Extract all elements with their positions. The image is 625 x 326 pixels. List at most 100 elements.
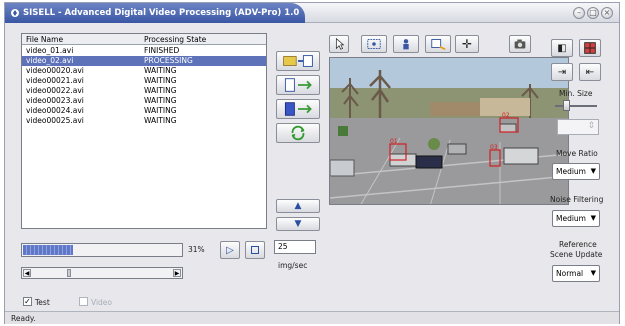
move-icon: ✛ [461,37,473,51]
table-row[interactable]: video00022.avi WAITING [22,86,266,96]
file-name-cell: video00022.avi [26,86,84,95]
select-region-tool[interactable] [361,35,387,53]
file-list[interactable]: File Name Processing State video_01.avi F… [21,33,267,229]
file-name-cell: video00024.avi [26,106,84,115]
grid-icon [584,42,596,54]
video-label: Video [91,298,113,307]
processing-state-cell: FINISHED [144,46,180,55]
maximize-button[interactable]: □ [587,7,599,19]
scene-update-label: Scene Update [550,250,603,259]
progress-fill [23,245,73,255]
app-logo-icon [11,9,19,17]
close-button[interactable]: × [601,7,613,19]
fps-input[interactable]: 25 [274,240,316,254]
stop-icon [246,242,264,258]
progress-label: 31% [188,245,205,254]
step-back-icon: ⇤ [585,66,595,78]
table-row[interactable]: video00024.avi WAITING [22,106,266,116]
video-checkbox[interactable] [79,297,88,306]
test-checkbox[interactable]: ✓ [23,297,32,306]
chevron-down-icon: ▼ [590,167,596,175]
processing-state-cell: WAITING [144,86,177,95]
prev-icon: ◧ [557,42,567,54]
test-label: Test [35,298,50,307]
pointer-tool[interactable] [329,35,349,53]
file-name-cell: video_01.avi [26,46,74,55]
processing-state-cell: WAITING [144,76,177,85]
chevron-up-icon: ▲ [294,201,302,211]
move-up-button[interactable]: ▲ [276,199,320,213]
refresh-button[interactable] [276,123,320,143]
table-row[interactable]: video_02.avi PROCESSING [22,56,266,66]
load-files-icon [283,55,313,67]
stop-button[interactable] [245,241,265,259]
status-bar: Ready. [5,311,619,324]
select-region-icon [367,39,381,49]
chevron-down-icon: ▼ [294,219,302,229]
add-file-button[interactable] [276,75,320,95]
load-files-button[interactable] [276,51,320,71]
table-row[interactable]: video00025.avi WAITING [22,116,266,126]
minimize-button[interactable]: – [573,7,585,19]
zoom-region-tool[interactable] [425,35,451,53]
play-icon: ▷ [226,244,234,256]
seek-scrollbar[interactable]: ◀ ▶ [21,267,183,279]
min-size-value: ⇕ [557,119,599,135]
processing-state-cell: WAITING [144,66,177,75]
grid-button[interactable] [579,39,601,57]
video-view[interactable]: 01 02 03 [329,57,569,205]
chevron-down-icon: ▼ [590,269,596,277]
detection-box-label: 01 [390,138,398,145]
app-window: SISELL - Advanced Digital Video Processi… [4,2,620,324]
scroll-left-icon[interactable]: ◀ [23,269,31,277]
processing-state-cell: WAITING [144,96,177,105]
reference-scene-update-select[interactable]: Normal ▼ [552,265,600,282]
progress-bar [21,243,183,257]
step-forward-button[interactable]: ⇥ [551,63,573,81]
min-size-slider[interactable] [555,105,597,107]
noise-filtering-label: Noise Filtering [550,195,604,204]
play-button[interactable]: ▷ [220,241,240,259]
processing-state-cell: WAITING [144,116,177,125]
processing-state-cell: WAITING [144,106,177,115]
table-row[interactable]: video00021.avi WAITING [22,76,266,86]
column-file-name[interactable]: File Name [26,35,63,44]
title-tab: SISELL - Advanced Digital Video Processi… [5,3,305,23]
process-file-icon [284,102,312,116]
move-down-button[interactable]: ▼ [276,217,320,231]
noise-filtering-value: Medium [556,214,586,223]
scroll-right-icon[interactable]: ▶ [173,269,181,277]
file-name-cell: video00021.avi [26,76,84,85]
zoom-region-icon [431,39,446,51]
reference-label: Reference [559,240,597,249]
column-processing-state[interactable]: Processing State [144,35,206,44]
refresh-icon [291,125,305,141]
processing-state-cell: PROCESSING [144,56,193,65]
step-back-button[interactable]: ⇤ [579,63,601,81]
min-size-slider-handle[interactable] [563,100,570,111]
table-row[interactable]: video00023.avi WAITING [22,96,266,106]
reference-scene-update-value: Normal [556,269,584,278]
move-tool[interactable]: ✛ [455,35,479,53]
person-region-icon [403,39,409,50]
file-name-cell: video00023.avi [26,96,84,105]
move-ratio-label: Move Ratio [556,149,598,158]
move-ratio-select[interactable]: Medium ▼ [552,163,600,180]
add-file-icon [284,78,312,92]
process-file-button[interactable] [276,99,320,119]
seek-thumb[interactable] [67,269,71,277]
chevron-down-icon: ▼ [590,214,596,222]
file-list-header: File Name Processing State [22,34,266,45]
file-name-cell: video00020.avi [26,66,84,75]
window-title: SISELL - Advanced Digital Video Processi… [23,8,300,18]
parking-lot-video-frame: 01 02 03 [330,58,568,204]
title-bar[interactable]: SISELL - Advanced Digital Video Processi… [5,3,619,23]
detection-box-label: 03 [490,144,498,151]
table-row[interactable]: video_01.avi FINISHED [22,46,266,56]
prev-frame-button[interactable]: ◧ [551,39,573,57]
table-row[interactable]: video00020.avi WAITING [22,66,266,76]
noise-filtering-select[interactable]: Medium ▼ [552,210,600,227]
camera-icon [514,39,526,49]
snapshot-button[interactable] [509,35,531,53]
person-region-tool[interactable] [393,35,419,53]
